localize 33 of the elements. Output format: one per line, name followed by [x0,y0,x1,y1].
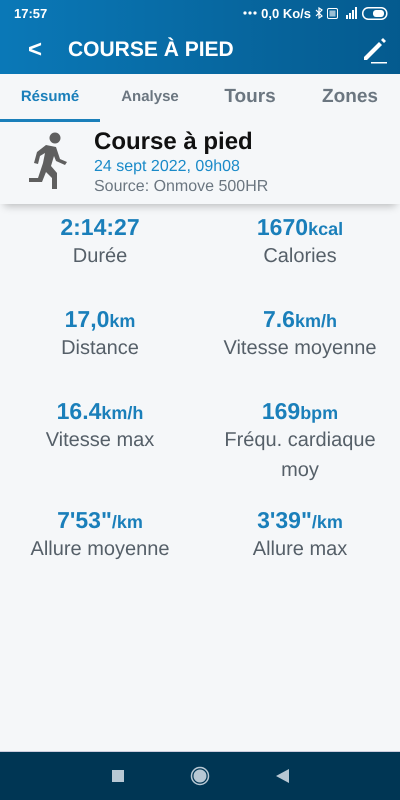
stat-label: Vitesse moyenne [222,336,378,361]
tab[interactable]: Tours [200,74,300,122]
stat-value: 1670kcal [256,214,344,241]
recents-icon[interactable] [112,770,124,782]
battery-icon [362,6,388,20]
bluetooth-icon [315,7,323,19]
stat-label: Fréqu. cardiaque moy [223,428,377,483]
activity-source: Source: Onmove 500HR [94,178,268,196]
page-title: COURSE À PIED [68,38,235,62]
home-icon[interactable] [190,766,210,786]
stat-value: 16.4km/h [56,398,144,425]
network-speed: 0,0 Ko/s [261,6,311,20]
stat-value: 169bpm [262,398,338,425]
tab[interactable]: Zones [300,74,400,122]
stat-label: Distance [60,336,140,361]
back-button[interactable]: < [28,36,42,64]
activity-date: 24 sept 2022, 09h08 [94,158,241,176]
stat-label: Allure max [252,537,348,562]
stat-label: Vitesse max [44,428,156,453]
tab[interactable]: Analyse [100,74,200,122]
back-icon[interactable] [276,769,288,783]
status-time: 17:57 [14,6,48,20]
stat-label: Allure moyenne [30,537,170,562]
volte-icon [327,8,338,18]
stat-value: 17,0km [64,306,136,333]
notification-dots-icon [243,11,258,15]
stat-value: 7'53"/km [57,507,143,534]
stat-value: 7.6km/h [263,306,337,333]
stat-value: 2:14:27 [60,214,140,241]
stat-value: 3'39"/km [257,507,343,534]
stat-label: Durée [72,244,128,269]
activity-name: Course à pied [94,128,254,156]
stat-label: Calories [262,244,338,269]
